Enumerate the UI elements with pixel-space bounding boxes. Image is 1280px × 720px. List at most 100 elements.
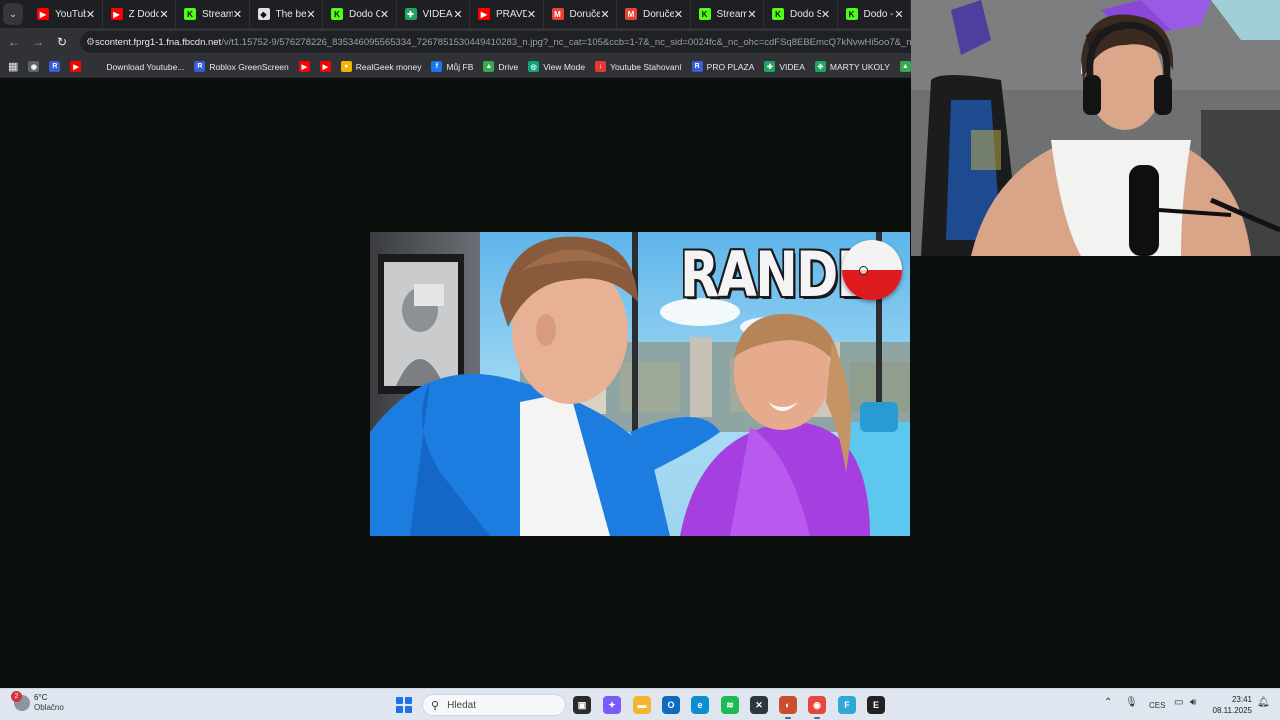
bookmark-item[interactable]: R xyxy=(49,61,61,72)
browser-tab[interactable]: M Doruče ✕ xyxy=(617,0,691,28)
sheets-icon: ✚ xyxy=(764,61,776,72)
bookmark-label: MARTY UKOLY xyxy=(829,61,890,72)
close-tab-icon[interactable]: ✕ xyxy=(380,8,390,21)
close-tab-icon[interactable]: ✕ xyxy=(453,8,463,21)
youtube-icon: ▶ xyxy=(319,61,331,72)
tab-list: ▶ YouTub ✕ ▶ Z Dodo ✕ K Stream ✕ ◆ The be ✕ K Dodo C ✕… xyxy=(29,0,911,28)
close-tab-icon[interactable]: ✕ xyxy=(306,8,316,21)
tab-search-chevron-icon[interactable]: ⌄ xyxy=(3,3,23,25)
bookmark-item[interactable]: ▶ xyxy=(298,61,310,72)
tab-title: Dodo S xyxy=(790,8,821,20)
close-tab-icon[interactable]: ✕ xyxy=(527,8,537,21)
bookmark-item[interactable]: ✚ VIDEA xyxy=(764,61,805,72)
thumbnail-title: RANDE xyxy=(680,238,871,311)
edge-icon[interactable]: e xyxy=(691,696,709,714)
windows-taskbar: 2 6°C Oblačno ⚲ Hledat ▣ ✦ ▬ Oe ≋ ✕ ◐ ◉ F E ⌃ 🎙︎ … xyxy=(0,688,1280,720)
bookmark-item[interactable]: ◎ View Mode xyxy=(528,61,585,72)
browser-tab[interactable]: K Stream ✕ xyxy=(691,0,764,28)
capcut-icon[interactable]: F xyxy=(838,696,856,714)
browser-tab[interactable]: ▶ YouTub ✕ xyxy=(29,0,103,28)
language-indicator[interactable]: CES xyxy=(1149,701,1165,710)
forward-arrow-icon[interactable]: → xyxy=(26,35,50,49)
terminal-icon[interactable]: ✕ xyxy=(750,696,768,714)
close-tab-icon[interactable]: ✕ xyxy=(86,8,96,21)
browser-tab[interactable]: ▶ Z Dodo ✕ xyxy=(103,0,176,28)
reload-icon[interactable]: ↻ xyxy=(50,35,74,49)
browser-tab[interactable]: K Dodo S ✕ xyxy=(764,0,838,28)
tray-overflow-chevron-icon[interactable]: ⌃ xyxy=(1104,697,1112,708)
bookmark-item[interactable]: ▶ xyxy=(319,61,331,72)
close-tab-icon[interactable]: ✕ xyxy=(674,8,684,21)
close-tab-icon[interactable]: ✕ xyxy=(233,8,243,21)
apps-grid-icon[interactable]: ▦ xyxy=(8,60,18,73)
viewed-image[interactable]: RANDE xyxy=(370,232,910,536)
url-host: scontent.fprg1-1.fna.fbcdn.net xyxy=(94,36,222,48)
task-view-icon[interactable]: ▣ xyxy=(573,696,591,714)
poland-flag-icon xyxy=(842,240,902,300)
right-background xyxy=(911,256,1280,688)
bookmark-label: Můj FB xyxy=(446,61,474,72)
diamond-icon: ◆ xyxy=(257,8,270,20)
browser-toolbar: ← → ↻ ⚙ scontent.fprg1-1.fna.fbcdn.net/v… xyxy=(0,28,911,56)
bookmark-label: RealGeek money xyxy=(355,61,422,72)
browser-tab[interactable]: M Doruče ✕ xyxy=(544,0,617,28)
browser-tab[interactable]: K Dodo C ✕ xyxy=(323,0,397,28)
bookmark-item[interactable]: ▲ Drive xyxy=(483,61,518,72)
bookmark-item[interactable]: ↓ Youtube Stahovaní xyxy=(595,61,682,72)
volume-icon[interactable]: 🔊︎ xyxy=(1190,697,1196,708)
facebook-icon: f xyxy=(431,61,443,72)
tab-title: PRAVD xyxy=(496,8,527,20)
tab-title: The be xyxy=(275,8,307,20)
obs-icon[interactable]: ◐ xyxy=(779,696,797,719)
browser-tab[interactable]: K Stream ✕ xyxy=(176,0,250,28)
browser-tab[interactable]: ◆ The be ✕ xyxy=(250,0,323,28)
mouse-cursor-icon xyxy=(859,266,868,275)
bookmark-label: Drive xyxy=(498,61,519,72)
file-explorer-icon[interactable]: ▬ xyxy=(633,696,651,714)
close-tab-icon[interactable]: ✕ xyxy=(600,8,610,21)
tab-title: Dodo C xyxy=(349,8,380,20)
chrome-icon[interactable]: ◉ xyxy=(808,696,826,719)
bookmark-item[interactable]: Download Youtube... xyxy=(91,61,184,72)
roblox-icon: R xyxy=(49,61,61,72)
microphone-icon[interactable]: 🎙︎ xyxy=(1125,697,1138,708)
clock[interactable]: 23:41 08.11.2025 xyxy=(1206,694,1252,716)
close-tab-icon[interactable]: ✕ xyxy=(159,8,169,21)
drive-icon: ▲ xyxy=(483,61,495,72)
back-arrow-icon[interactable]: ← xyxy=(2,35,26,49)
close-tab-icon[interactable]: ✕ xyxy=(894,8,904,21)
copilot-icon[interactable]: ✦ xyxy=(603,696,621,714)
bookmark-item[interactable]: R Roblox GreenScreen xyxy=(194,61,289,72)
bookmark-item[interactable]: R PRO PLAZA xyxy=(691,61,754,72)
browser-tab[interactable]: K Dodo - ✕ xyxy=(838,0,911,28)
bookmark-item[interactable]: ● RealGeek money xyxy=(340,61,422,72)
site-info-icon[interactable]: ⚙ xyxy=(86,37,95,48)
bookmark-item[interactable]: ◉ xyxy=(28,61,40,72)
windows-start-icon[interactable] xyxy=(396,697,412,713)
kick-icon: K xyxy=(845,8,858,20)
address-bar[interactable]: ⚙ scontent.fprg1-1.fna.fbcdn.net/v/t1.15… xyxy=(80,31,911,53)
epic-games-icon[interactable]: E xyxy=(867,696,885,714)
tab-title: YouTub xyxy=(55,8,86,20)
blank-icon xyxy=(91,61,103,72)
weather-widget[interactable]: 2 6°C Oblačno xyxy=(11,691,64,713)
taskbar-search[interactable]: ⚲ Hledat xyxy=(422,694,566,716)
outlook-icon[interactable]: O xyxy=(662,696,680,714)
spotify-icon[interactable]: ≋ xyxy=(721,696,739,714)
network-icon[interactable]: ▭ xyxy=(1174,697,1183,708)
close-tab-icon[interactable]: ✕ xyxy=(821,8,831,21)
coin-icon: ● xyxy=(340,61,352,72)
close-tab-icon[interactable]: ✕ xyxy=(747,8,757,21)
bookmark-item[interactable]: ✚ MARTY UKOLY xyxy=(814,61,890,72)
browser-tab[interactable]: ▶ PRAVD ✕ xyxy=(470,0,544,28)
notification-bell-icon[interactable]: 🔔︎ xyxy=(1257,697,1270,708)
tab-title: Stream xyxy=(716,8,748,20)
kick-icon: K xyxy=(772,8,784,20)
sheets-icon: ✚ xyxy=(814,61,826,72)
bookmark-item[interactable]: ▲Dodo v xyxy=(899,61,911,72)
tab-title: Z Dodo xyxy=(128,8,160,20)
bookmark-item[interactable]: f Můj FB xyxy=(431,61,473,72)
browser-tab[interactable]: ✚ VIDEA ✕ xyxy=(397,0,470,28)
bookmark-item[interactable]: ▶ xyxy=(70,61,82,72)
tab-title: VIDEA xyxy=(422,8,453,20)
